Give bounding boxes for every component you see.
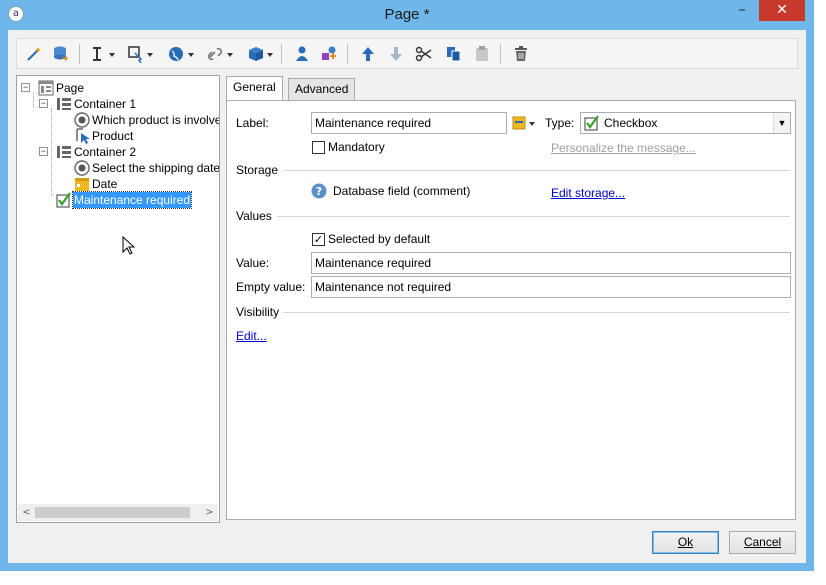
toolbar-separator [281, 44, 282, 64]
section-divider [283, 312, 790, 313]
dialog-client: − Page − Container 1 Which product is in… [8, 30, 806, 563]
select-box-icon[interactable] [127, 45, 155, 63]
shapes-icon[interactable] [320, 45, 338, 63]
section-divider [277, 216, 790, 217]
user-icon[interactable] [293, 45, 311, 63]
delete-icon[interactable] [512, 45, 530, 63]
chevron-down-icon[interactable]: ▼ [773, 113, 790, 133]
collapse-toggle[interactable]: − [21, 83, 30, 92]
ok-button-label: Ok [677, 535, 694, 549]
tree-node-label[interactable]: Select the shipping date [92, 160, 219, 176]
ok-button[interactable]: Ok [652, 531, 719, 554]
toolbar-separator [500, 44, 501, 64]
scroll-left-button[interactable]: < [18, 504, 35, 521]
mouse-cursor-icon [122, 235, 136, 259]
tree-node-label[interactable]: Container 1 [74, 96, 136, 112]
package-icon[interactable] [247, 45, 275, 63]
tree-node-product[interactable]: Product [17, 128, 217, 144]
help-icon[interactable]: ? [311, 183, 327, 199]
type-caption: Type: [545, 116, 575, 130]
insert-field-icon [512, 116, 535, 130]
tree-node-date[interactable]: Date [17, 176, 217, 192]
tree-node-label[interactable]: Product [92, 128, 133, 144]
empty-value-input[interactable]: Maintenance not required [311, 276, 791, 298]
edit-visibility-link[interactable]: Edit... [236, 329, 267, 343]
storage-field-text: Database field (comment) [333, 184, 471, 198]
tree-node-label[interactable]: Container 2 [74, 144, 136, 160]
radio-icon [74, 112, 90, 128]
scroll-right-button[interactable]: > [201, 504, 218, 521]
collapse-toggle[interactable]: − [39, 147, 48, 156]
text-cursor-icon[interactable] [89, 45, 117, 63]
tree-node-label-selected[interactable]: Maintenance required [71, 191, 193, 209]
storage-section-title: Storage [236, 163, 279, 177]
tab-control: General Advanced Label: Maintenance requ… [226, 76, 796, 524]
copy-icon[interactable] [445, 45, 463, 63]
toolbar [16, 38, 798, 69]
collapse-toggle[interactable]: − [39, 99, 48, 108]
form-tree[interactable]: − Page − Container 1 Which product is in… [16, 75, 220, 523]
visibility-section-title: Visibility [236, 305, 280, 319]
dialog-window: a Page * – ✕ − Page − Container 1 Which … [0, 0, 814, 571]
tree-node-label[interactable]: Which product is involve [92, 112, 219, 128]
arrow-up-icon[interactable] [359, 45, 377, 63]
type-select-value: Checkbox [604, 116, 658, 130]
checkbox-type-icon [584, 115, 600, 134]
selected-by-default-label[interactable]: Selected by default [328, 232, 430, 246]
svg-text:?: ? [316, 185, 322, 198]
arrow-down-icon[interactable] [387, 45, 405, 63]
title-bar[interactable]: a Page * – ✕ [0, 0, 814, 30]
values-section-title: Values [236, 209, 272, 223]
toolbar-separator [347, 44, 348, 64]
link-icon[interactable] [207, 45, 235, 63]
tree-node-question[interactable]: Which product is involve [17, 112, 219, 128]
cancel-button[interactable]: Cancel [729, 531, 796, 554]
cancel-button-label: Cancel [743, 535, 782, 549]
tree-node-label[interactable]: Date [92, 176, 117, 192]
tree-node-label[interactable]: Page [56, 80, 84, 96]
globe-icon[interactable] [168, 45, 196, 63]
toolbar-separator [79, 44, 80, 64]
cut-icon[interactable] [415, 45, 433, 63]
container-icon [56, 96, 72, 112]
checkbox-icon [56, 192, 72, 208]
modified-marker: * [423, 6, 430, 23]
tree-node-container-2[interactable]: − Container 2 [17, 144, 217, 160]
type-select[interactable]: Checkbox ▼ [580, 112, 791, 134]
label-input[interactable]: Maintenance required [311, 112, 507, 134]
window-title: Page * [0, 6, 814, 23]
mandatory-checkbox[interactable] [312, 141, 325, 154]
label-caption: Label: [236, 116, 269, 130]
database-user-icon[interactable] [52, 45, 70, 63]
page-icon [38, 80, 54, 96]
empty-value-caption: Empty value: [236, 280, 306, 294]
section-divider [283, 170, 790, 171]
radio-icon [74, 160, 90, 176]
container-icon [56, 144, 72, 160]
tab-general[interactable]: General [226, 76, 283, 100]
wizard-wand-icon[interactable] [25, 45, 43, 63]
general-tab-page: Label: Maintenance required Type: Checkb… [226, 100, 796, 520]
tree-node-page[interactable]: − Page [17, 80, 217, 96]
scroll-thumb[interactable] [35, 507, 190, 518]
selected-by-default-checkbox[interactable]: ✓ [312, 233, 325, 246]
cursor-select-icon [74, 128, 90, 144]
horizontal-scrollbar[interactable]: < > [18, 504, 218, 521]
tab-advanced[interactable]: Advanced [288, 78, 356, 100]
paste-icon[interactable] [473, 45, 491, 63]
mandatory-label[interactable]: Mandatory [328, 140, 385, 154]
tree-node-maintenance[interactable]: Maintenance required [17, 191, 217, 209]
personalize-field-button[interactable] [511, 114, 539, 132]
value-input[interactable]: Maintenance required [311, 252, 791, 274]
minimize-button[interactable]: – [729, 0, 755, 22]
window-title-text: Page [384, 6, 420, 23]
personalize-message-link[interactable]: Personalize the message... [551, 141, 696, 155]
tree-node-container-1[interactable]: − Container 1 [17, 96, 217, 112]
value-caption: Value: [236, 256, 270, 270]
edit-storage-link[interactable]: Edit storage... [551, 186, 625, 200]
tree-node-shipping[interactable]: Select the shipping date [17, 160, 219, 176]
close-button[interactable]: ✕ [759, 0, 805, 21]
calendar-icon [74, 176, 90, 192]
